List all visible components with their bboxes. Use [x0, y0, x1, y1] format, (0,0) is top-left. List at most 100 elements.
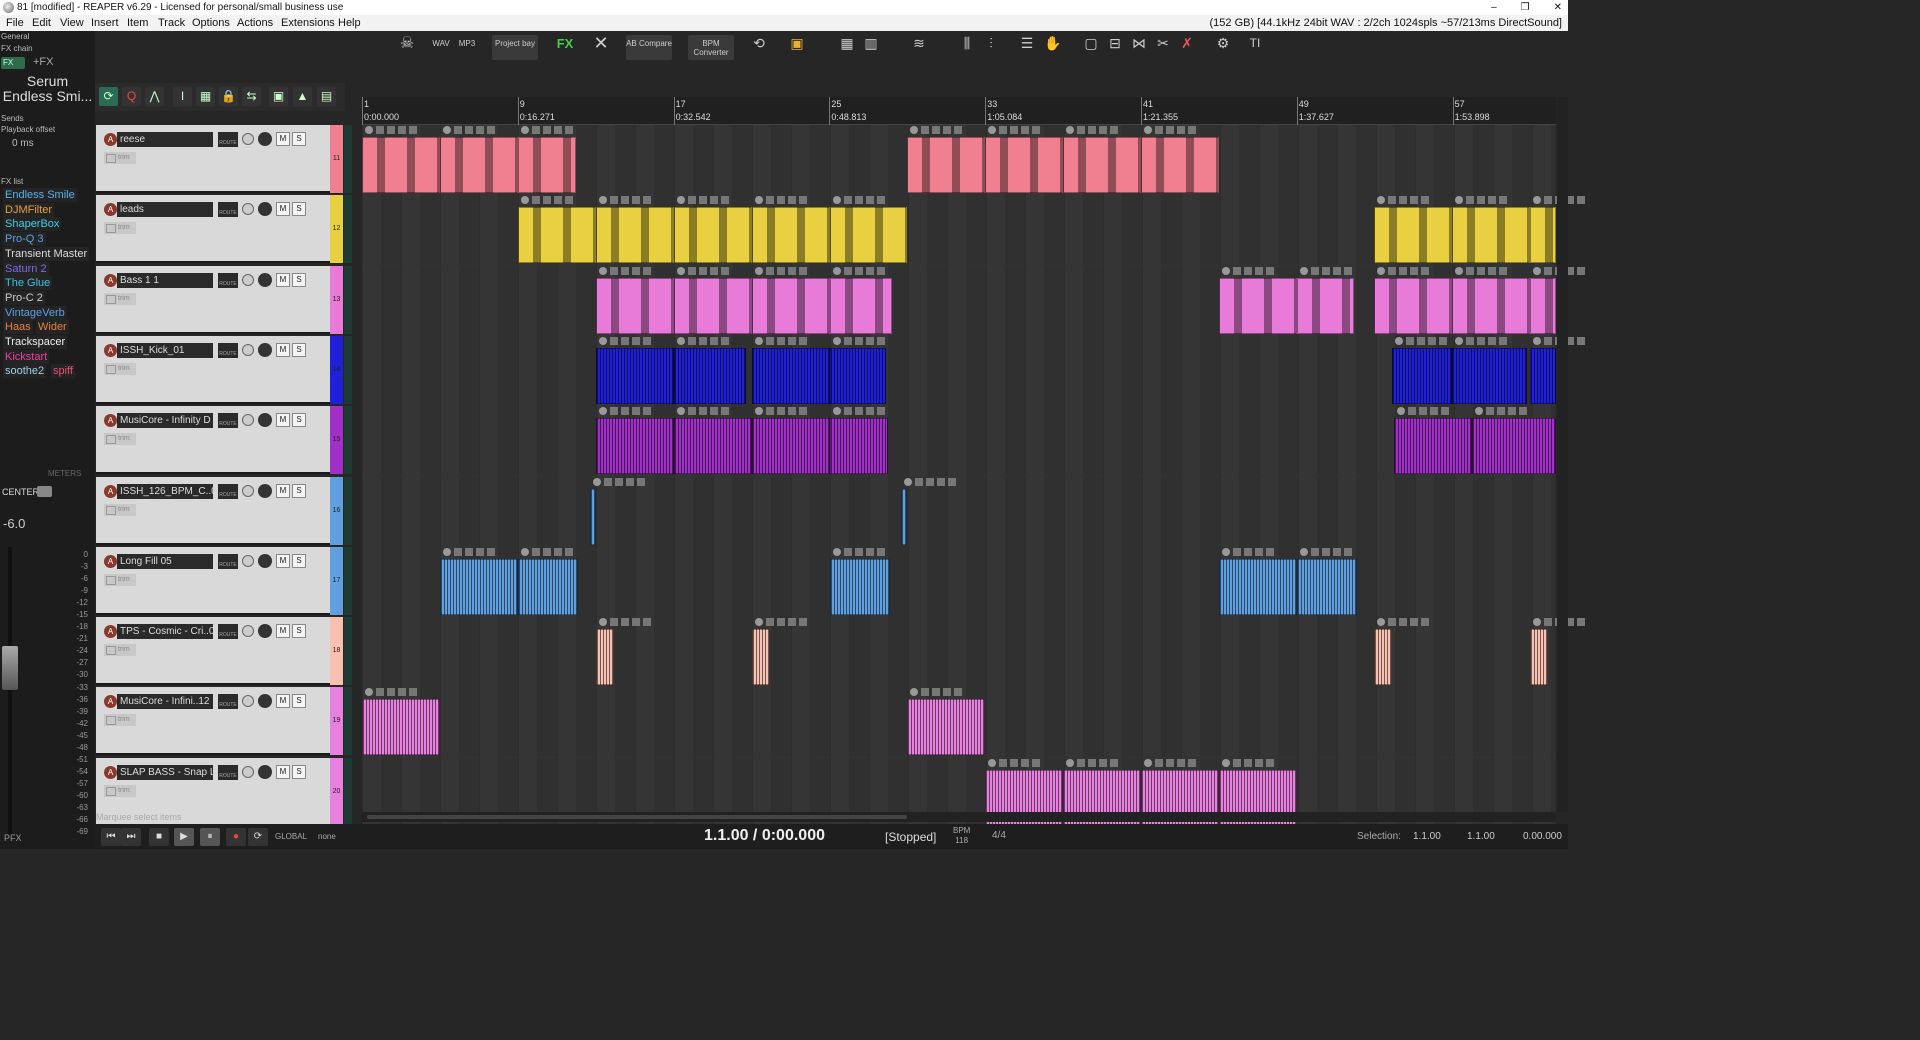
track-name[interactable]: ISSH_Kick_01 — [117, 342, 213, 358]
fx-list-item[interactable]: spiff — [51, 364, 75, 379]
record-arm-button[interactable]: A — [104, 203, 117, 217]
record-arm-button[interactable]: A — [104, 625, 117, 639]
media-item[interactable] — [752, 407, 830, 475]
add-fx-button[interactable]: +FX — [33, 56, 53, 68]
close-button[interactable]: ✕ — [1554, 0, 1562, 15]
track-lane[interactable] — [362, 476, 1556, 547]
offset-value[interactable]: 0 ms — [12, 138, 34, 149]
item-buttons[interactable] — [988, 758, 1040, 769]
media-item[interactable] — [830, 196, 907, 264]
record-button[interactable]: ● — [226, 828, 246, 846]
volume-knob[interactable] — [258, 624, 272, 639]
track-header[interactable]: A MusiCore - Infinity D ROUTE M Strim — [96, 406, 330, 475]
track-number[interactable]: 19 — [330, 687, 343, 756]
loop-icon[interactable]: ⟳ — [99, 87, 118, 106]
item-buttons[interactable] — [988, 126, 1040, 136]
media-item[interactable] — [1452, 196, 1530, 264]
volume-knob[interactable] — [258, 694, 272, 709]
mute-button[interactable]: M — [276, 413, 290, 428]
track-number[interactable]: 12 — [330, 195, 343, 264]
track-number[interactable]: 16 — [330, 476, 343, 545]
item-buttons[interactable] — [521, 196, 573, 206]
glue-icon[interactable]: ▢ — [1080, 35, 1102, 60]
item-buttons[interactable] — [365, 126, 417, 136]
media-item[interactable] — [1452, 336, 1527, 404]
item-buttons[interactable] — [1066, 758, 1118, 769]
solo-button[interactable]: S — [292, 694, 306, 709]
track-icon[interactable]: ▣ — [269, 87, 288, 106]
item-buttons[interactable] — [833, 266, 885, 277]
media-item[interactable] — [1472, 407, 1556, 475]
fx-button-toolbar[interactable]: FX — [552, 35, 578, 60]
bpm-display[interactable]: BPM 118 — [953, 826, 970, 846]
fx-list-item[interactable]: Pro-C 2 — [3, 290, 45, 305]
menu-track[interactable]: Track — [158, 15, 185, 31]
trim-envelope-button[interactable]: trim — [104, 714, 136, 727]
skull-icon[interactable]: ☠ — [396, 35, 418, 60]
position-display[interactable]: 1.1.00 / 0:00.000 — [704, 827, 825, 845]
solo-button[interactable]: S — [292, 413, 306, 428]
fx-button[interactable]: FX — [1, 57, 25, 69]
track-header[interactable]: A ISSH_126_BPM_C..09 ROUTE M Strim — [96, 476, 330, 545]
item-buttons[interactable] — [1222, 266, 1274, 277]
item-buttons[interactable] — [1222, 758, 1274, 769]
media-item[interactable] — [907, 688, 985, 756]
item-buttons[interactable] — [1455, 336, 1507, 347]
route-button[interactable]: ROUTE — [218, 132, 238, 147]
fx-list-item[interactable]: Haas — [3, 320, 33, 335]
lock-icon[interactable]: 🔒 — [219, 87, 238, 106]
media-item[interactable] — [830, 547, 890, 615]
eq-icon[interactable]: ⫼ — [956, 35, 978, 60]
bpm-converter-button[interactable]: BPM Converter — [688, 35, 734, 60]
timeline-ruler[interactable]: 1 0:00.000 9 0:16.271 17 0:32.542 25 0:48.813 33… — [362, 97, 1556, 125]
track-lane[interactable] — [362, 617, 1585, 688]
track-lane[interactable] — [362, 265, 1585, 336]
item-buttons[interactable] — [1144, 758, 1196, 769]
item-buttons[interactable] — [1455, 266, 1507, 277]
media-item[interactable] — [1530, 196, 1585, 264]
selection-start[interactable]: 1.1.00 — [1413, 831, 1441, 842]
fx-list-item[interactable]: Saturn 2 — [3, 261, 49, 276]
record-arm-button[interactable]: A — [104, 414, 117, 428]
go-end-button[interactable]: ⏭ — [121, 828, 141, 846]
item-buttons[interactable] — [521, 547, 573, 558]
media-item[interactable] — [752, 336, 830, 404]
menu-item[interactable]: Item — [127, 15, 148, 31]
time-signature[interactable]: 4/4 — [992, 830, 1006, 841]
route-icon[interactable]: ⫶ — [980, 35, 1002, 60]
item-buttons[interactable] — [833, 336, 885, 347]
item-buttons[interactable] — [755, 336, 807, 347]
trim-envelope-button[interactable]: trim — [104, 503, 136, 516]
q-icon[interactable]: Q — [122, 87, 141, 106]
repeat-button[interactable]: ⟳ — [248, 828, 268, 846]
scroll-thumb[interactable] — [367, 815, 907, 819]
track-number[interactable]: 13 — [330, 265, 343, 334]
item-buttons[interactable] — [1066, 126, 1118, 136]
media-item[interactable] — [674, 407, 752, 475]
vertical-scrollbar[interactable] — [1557, 97, 1568, 812]
track-lane[interactable] — [362, 125, 1556, 195]
volume-knob[interactable] — [258, 483, 272, 498]
settings-icon[interactable]: ⚙ — [1212, 35, 1234, 60]
menu-view[interactable]: View — [60, 15, 84, 31]
route-button[interactable]: ROUTE — [218, 413, 238, 429]
mute-button[interactable]: M — [276, 553, 290, 568]
fx-list-item[interactable]: DJMFilter — [3, 202, 55, 217]
mp3-button[interactable]: MP3 — [456, 35, 478, 60]
track-header[interactable]: A Long Fill 05 ROUTE M Strim — [96, 546, 330, 615]
item-buttons[interactable] — [593, 477, 645, 488]
item-buttons[interactable] — [755, 266, 807, 277]
media-item[interactable] — [1219, 547, 1297, 615]
item-buttons[interactable] — [599, 266, 651, 277]
trim-envelope-button[interactable]: trim — [104, 573, 136, 586]
route-button[interactable]: ROUTE — [218, 272, 238, 288]
pan-knob[interactable] — [242, 414, 254, 427]
synth-preset[interactable]: Endless Smi... — [0, 88, 95, 104]
record-arm-button[interactable]: A — [104, 133, 117, 146]
item-buttons[interactable] — [1397, 407, 1449, 417]
item-buttons[interactable] — [599, 407, 651, 417]
item-buttons[interactable] — [599, 618, 651, 628]
media-item[interactable] — [362, 688, 440, 756]
media-item[interactable] — [596, 266, 674, 334]
track-number[interactable]: 15 — [330, 406, 343, 475]
